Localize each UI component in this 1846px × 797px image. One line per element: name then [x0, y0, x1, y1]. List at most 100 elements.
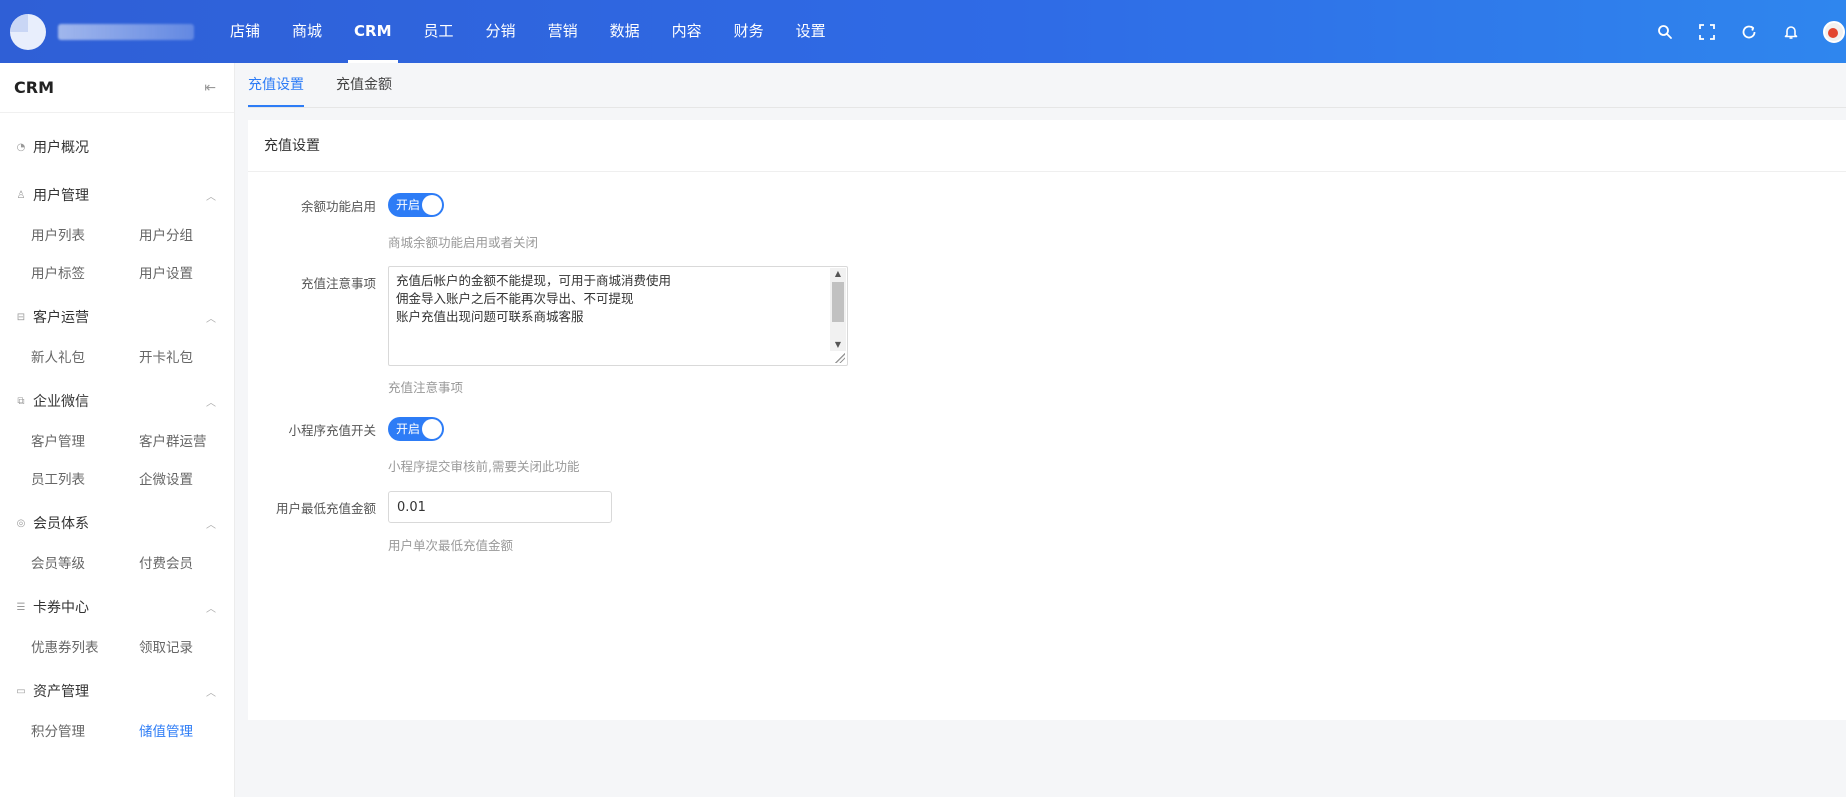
sidebar-item-points[interactable]: 积分管理 [31, 713, 139, 751]
sidebar-group-membership: ◎ 会员体系 ︿ 会员等级 付费会员 [0, 501, 234, 583]
nav-mall[interactable]: 商城 [292, 0, 322, 63]
brand-logo[interactable] [10, 14, 194, 50]
user-menu[interactable] [1812, 0, 1846, 63]
tab-recharge-settings[interactable]: 充值设置 [248, 63, 304, 107]
user-icon: ♙ [16, 189, 26, 201]
sidebar-group-header[interactable]: ⧉ 企业微信 ︿ [0, 379, 234, 423]
switch-knob [422, 419, 442, 439]
search-icon[interactable] [1644, 0, 1686, 63]
sidebar-group-user-management: ♙ 用户管理 ︿ 用户列表 用户分组 用户标签 用户设置 [0, 173, 234, 293]
sidebar-item-claim-records[interactable]: 领取记录 [139, 629, 247, 667]
sidebar-item-user-tags[interactable]: 用户标签 [31, 255, 139, 293]
settings-panel: 充值设置 余额功能启用 开启 商城余额功能启用或者关闭 充值注意事项 充值后帐户… [248, 120, 1846, 720]
sidebar-item-member-level[interactable]: 会员等级 [31, 545, 139, 583]
tabs-divider [248, 107, 1846, 108]
min-recharge-label: 用户最低充值金额 [275, 501, 376, 516]
nav-staff[interactable]: 员工 [424, 0, 454, 63]
sidebar-group-label: 企业微信 [33, 394, 89, 410]
sidebar-item-card-gift[interactable]: 开卡礼包 [139, 339, 247, 377]
logo-icon [10, 14, 46, 50]
sidebar-item-user-settings[interactable]: 用户设置 [139, 255, 247, 293]
recharge-notice-help: 充值注意事项 [388, 380, 464, 395]
chevron-up-icon: ︿ [206, 191, 216, 203]
scroll-up-icon[interactable]: ▲ [830, 268, 846, 280]
sidebar-item-wecom-settings[interactable]: 企微设置 [139, 461, 247, 499]
collapse-sidebar-icon[interactable]: ⇤ [204, 80, 216, 96]
balance-enable-switch[interactable]: 开启 [388, 193, 444, 217]
switch-text: 开启 [396, 198, 421, 212]
fullscreen-icon[interactable] [1686, 0, 1728, 63]
list-icon: ☰ [16, 601, 26, 613]
scroll-down-icon[interactable]: ▼ [830, 339, 846, 351]
tab-recharge-amount[interactable]: 充值金额 [336, 63, 392, 107]
sidebar-item-staff-list[interactable]: 员工列表 [31, 461, 139, 499]
recharge-notice-textarea[interactable]: 充值后帐户的金额不能提现，可用于商城消费使用 佣金导入账户之后不能再次导出、不可… [388, 266, 848, 366]
sidebar-group-wecom: ⧉ 企业微信 ︿ 客户管理 客户群运营 员工列表 企微设置 [0, 379, 234, 499]
nav-crm[interactable]: CRM [348, 0, 397, 63]
recharge-notice-label: 充值注意事项 [300, 276, 376, 291]
avatar [1822, 20, 1845, 43]
chevron-up-icon: ︿ [206, 313, 216, 325]
sidebar-group-label: 客户运营 [33, 310, 89, 326]
sidebar-group-header[interactable]: ▭ 资产管理 ︿ [0, 669, 234, 713]
sidebar-item-user-list[interactable]: 用户列表 [31, 217, 139, 255]
nav-finance[interactable]: 财务 [734, 0, 764, 63]
chevron-up-icon: ︿ [206, 603, 216, 615]
recharge-notice-text: 充值后帐户的金额不能提现，可用于商城消费使用 佣金导入账户之后不能再次导出、不可… [396, 273, 672, 324]
textarea-scrollbar[interactable]: ▲ ▼ [830, 268, 846, 351]
sidebar-item-user-overview[interactable]: ◔ 用户概况 [0, 123, 234, 171]
balance-enable-label: 余额功能启用 [300, 199, 376, 214]
sidebar-group-header[interactable]: ♙ 用户管理 ︿ [0, 173, 234, 217]
copy-icon: ⧉ [17, 395, 25, 407]
sidebar-group-header[interactable]: ⊟ 客户运营 ︿ [0, 295, 234, 339]
sidebar-group-customer-ops: ⊟ 客户运营 ︿ 新人礼包 开卡礼包 [0, 295, 234, 377]
nav-data[interactable]: 数据 [610, 0, 640, 63]
sidebar-group-label: 会员体系 [33, 516, 89, 532]
min-recharge-input[interactable] [388, 491, 612, 523]
content-tabs: 充值设置 充值金额 [248, 63, 424, 107]
resize-handle-icon[interactable] [835, 353, 845, 363]
nav-marketing[interactable]: 营销 [548, 0, 578, 63]
brand-name-blurred [58, 24, 194, 40]
scroll-thumb[interactable] [832, 282, 844, 322]
sidebar-item-customer-group-ops[interactable]: 客户群运营 [139, 423, 247, 461]
nav-distribution[interactable]: 分销 [486, 0, 516, 63]
bell-icon[interactable] [1770, 0, 1812, 63]
sidebar-item-customer-management[interactable]: 客户管理 [31, 423, 139, 461]
dashboard-icon: ◔ [16, 141, 26, 153]
panel-title: 充值设置 [248, 120, 1846, 172]
sidebar-group-header[interactable]: ◎ 会员体系 ︿ [0, 501, 234, 545]
sidebar-item-user-group[interactable]: 用户分组 [139, 217, 247, 255]
top-navbar: 店铺 商城 CRM 员工 分销 营销 数据 内容 财务 设置 [0, 0, 1846, 63]
balance-enable-help: 商城余额功能启用或者关闭 [388, 235, 539, 250]
top-actions [1644, 0, 1846, 63]
switch-text: 开启 [396, 422, 421, 436]
sidebar-item-paid-member[interactable]: 付费会员 [139, 545, 247, 583]
miniapp-recharge-label: 小程序充值开关 [288, 423, 376, 438]
main-nav: 店铺 商城 CRM 员工 分销 营销 数据 内容 财务 设置 [230, 0, 858, 63]
sidebar-group-assets: ▭ 资产管理 ︿ 积分管理 储值管理 [0, 669, 234, 751]
sidebar-item-coupon-list[interactable]: 优惠券列表 [31, 629, 139, 667]
chevron-up-icon: ︿ [206, 397, 216, 409]
min-recharge-help: 用户单次最低充值金额 [388, 538, 514, 553]
sidebar-group-coupons: ☰ 卡券中心 ︿ 优惠券列表 领取记录 [0, 585, 234, 667]
nav-store[interactable]: 店铺 [230, 0, 260, 63]
switch-knob [422, 195, 442, 215]
sidebar-title: CRM [14, 78, 54, 97]
refresh-icon[interactable] [1728, 0, 1770, 63]
miniapp-recharge-switch[interactable]: 开启 [388, 417, 444, 441]
wallet-icon: ▭ [16, 685, 26, 697]
chevron-up-icon: ︿ [206, 519, 216, 531]
nav-settings[interactable]: 设置 [796, 0, 826, 63]
chevron-up-icon: ︿ [206, 687, 216, 699]
sidebar-group-label: 用户管理 [33, 188, 89, 204]
gift-icon: ⊟ [16, 311, 26, 323]
nav-content[interactable]: 内容 [672, 0, 702, 63]
sidebar-item-newcomer-gift[interactable]: 新人礼包 [31, 339, 139, 377]
sidebar-group-header[interactable]: ☰ 卡券中心 ︿ [0, 585, 234, 629]
sidebar-group-label: 卡券中心 [33, 600, 89, 616]
sidebar-item-stored-value[interactable]: 储值管理 [139, 713, 247, 751]
sidebar-group-label: 资产管理 [33, 684, 89, 700]
miniapp-recharge-help: 小程序提交审核前,需要关闭此功能 [388, 459, 580, 474]
sidebar-item-label: 用户概况 [33, 140, 89, 156]
